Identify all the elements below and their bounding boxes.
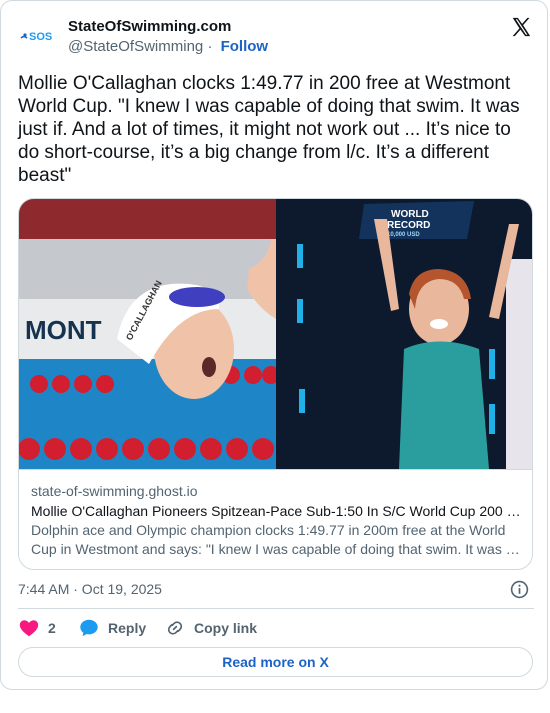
follow-button[interactable]: Follow — [221, 38, 269, 55]
sos-logo-icon: SOS — [18, 16, 58, 56]
link-preview-card[interactable]: MONT O'CALLAGHAN WORLD RECORD 10,000 USD… — [18, 198, 533, 570]
reply-label: Reply — [108, 620, 147, 636]
copy-link-label: Copy link — [194, 620, 258, 636]
author-handle[interactable]: @StateOfSwimming — [68, 38, 203, 55]
author-handle-line: @StateOfSwimming · Follow — [68, 38, 268, 55]
link-icon — [167, 621, 183, 635]
info-icon[interactable] — [510, 580, 529, 599]
like-button[interactable]: 2 — [18, 616, 56, 640]
post-header: SOS StateOfSwimming.com @StateOfSwimming… — [18, 16, 534, 58]
link-domain: state-of-swimming.ghost.io — [31, 483, 198, 499]
avatar[interactable]: SOS — [18, 16, 58, 56]
svg-text:WORLD: WORLD — [391, 209, 429, 220]
author-name[interactable]: StateOfSwimming.com — [68, 18, 231, 35]
link-info: state-of-swimming.ghost.io Mollie O'Call… — [19, 469, 532, 569]
heart-icon — [19, 620, 39, 637]
like-count: 2 — [48, 620, 56, 636]
stands-top — [19, 199, 276, 239]
copy-link-button[interactable]: Copy link — [164, 616, 257, 640]
post-timestamp[interactable]: 7:44 AM · Oct 19, 2025 — [18, 581, 162, 597]
reply-button[interactable]: Reply — [78, 616, 146, 640]
svg-text:RECORD: RECORD — [387, 220, 430, 231]
tweet-text: Mollie O'Callaghan clocks 1:49.77 in 200… — [18, 73, 520, 186]
read-more-button[interactable]: Read more on X — [18, 647, 533, 677]
article-image: MONT O'CALLAGHAN WORLD RECORD 10,000 USD — [19, 199, 532, 469]
x-logo-icon[interactable] — [510, 16, 532, 38]
reply-bubble-icon — [80, 619, 98, 637]
svg-text:MONT: MONT — [25, 315, 102, 345]
side-wall — [506, 259, 532, 469]
embedded-post-card: SOS StateOfSwimming.com @StateOfSwimming… — [0, 0, 548, 690]
action-bar: 2 Reply Copy link — [18, 616, 534, 642]
divider — [18, 608, 534, 609]
svg-text:SOS: SOS — [29, 31, 52, 43]
link-description: Dolphin ace and Olympic champion clocks … — [31, 522, 520, 557]
separator-dot: · — [207, 38, 213, 55]
svg-text:10,000 USD: 10,000 USD — [387, 232, 420, 238]
link-title: Mollie O'Callaghan Pioneers Spitzean-Pac… — [31, 503, 521, 519]
